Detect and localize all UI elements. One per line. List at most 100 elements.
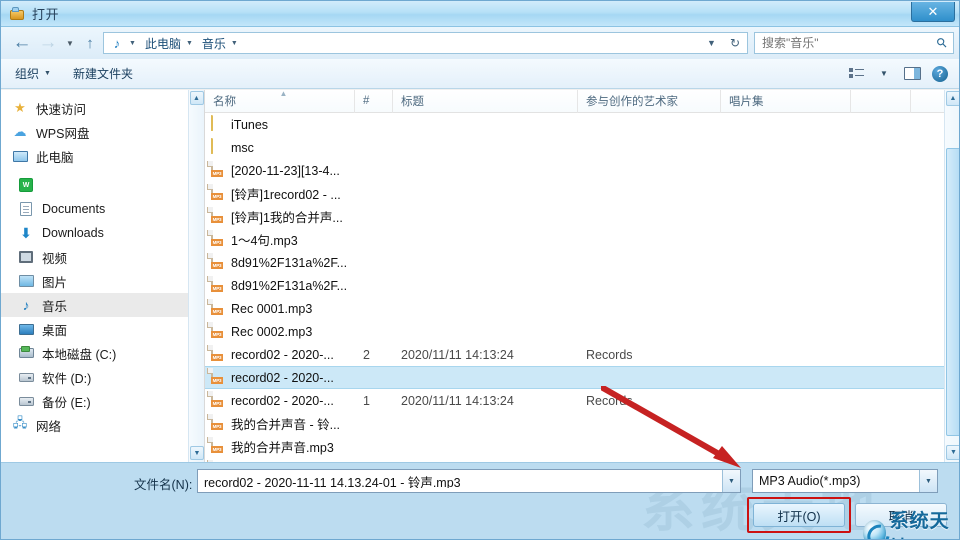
file-title bbox=[393, 251, 578, 274]
videos-icon bbox=[17, 249, 35, 265]
sidebar-item-快速访问[interactable]: ★ 快速访问 bbox=[1, 96, 204, 120]
sidebar-item-网络[interactable]: 🖧 网络 bbox=[1, 413, 204, 437]
navigation-pane: ★ 快速访问 ☁ WPS网盘 此电脑 W Documents ⬇ Downloads 视频 图片 ♪ 音… bbox=[1, 90, 204, 462]
track-number bbox=[355, 297, 393, 320]
table-row[interactable]: record02 - 2020-... bbox=[205, 366, 959, 389]
file-name: [铃声]1record02 - ... bbox=[231, 188, 341, 202]
table-row[interactable]: 8d91%2F131a%2F... bbox=[205, 251, 959, 274]
sidebar-item-视频[interactable]: 视频 bbox=[1, 245, 204, 269]
column-header-标题[interactable]: 标题 bbox=[393, 90, 578, 113]
filetype-dropdown-button[interactable]: ▼ bbox=[919, 470, 937, 492]
scrollbar-thumb[interactable] bbox=[946, 148, 959, 436]
file-name: [2020-11-23][13-4... bbox=[231, 163, 340, 178]
file-album bbox=[721, 159, 851, 182]
breadcrumb-item-0[interactable]: 此电脑 bbox=[141, 35, 183, 52]
caret-down-icon[interactable]: ▼ bbox=[190, 446, 204, 460]
sidebar-item-桌面[interactable]: 桌面 bbox=[1, 317, 204, 341]
breadcrumb-arrow-0[interactable]: ▼ bbox=[126, 40, 141, 47]
table-row[interactable]: 8d91%2F131a%2F... bbox=[205, 274, 959, 297]
refresh-button[interactable]: ↻ bbox=[723, 36, 747, 50]
track-number bbox=[355, 412, 393, 435]
sidebar-item-音乐[interactable]: ♪ 音乐 bbox=[1, 293, 204, 317]
address-bar[interactable]: ♪ ▼ 此电脑 ▼ 音乐 ▼ ▼ ↻ bbox=[103, 32, 748, 54]
caret-up-icon[interactable]: ▲ bbox=[189, 91, 204, 105]
close-button[interactable]: ✕ bbox=[911, 2, 955, 22]
table-row[interactable]: iTunes bbox=[205, 113, 959, 136]
file-title bbox=[393, 113, 578, 136]
table-row[interactable]: record02 - 2020-... 2 2020/11/11 14:13:24 R… bbox=[205, 343, 959, 366]
file-title: 2020/11/11 14:13:24 bbox=[401, 393, 514, 408]
sidebar-item-备份 (E:)[interactable]: 备份 (E:) bbox=[1, 389, 204, 413]
breadcrumb-arrow-1[interactable]: ▼ bbox=[183, 40, 198, 47]
filetype-select[interactable]: MP3 Audio(*.mp3) ▼ bbox=[752, 469, 938, 493]
mp3-icon bbox=[211, 345, 226, 363]
file-album bbox=[721, 343, 851, 366]
organize-button[interactable]: 组织 ▼ bbox=[7, 62, 59, 85]
table-row[interactable]: [铃声]1我的合并声... bbox=[205, 205, 959, 228]
table-row[interactable]: record02 - 2020-... 1 2020/11/11 14:13:24 R… bbox=[205, 389, 959, 412]
sidebar-item-wps-icon[interactable]: W bbox=[1, 173, 204, 197]
column-header-唱片集[interactable]: 唱片集 bbox=[721, 90, 851, 113]
caret-down-icon[interactable]: ▼ bbox=[946, 445, 959, 460]
file-album bbox=[721, 274, 851, 297]
back-button[interactable]: ← bbox=[9, 30, 35, 56]
mp3-icon bbox=[211, 299, 226, 317]
help-icon[interactable]: ? bbox=[927, 63, 953, 85]
sidebar-item-Downloads[interactable]: ⬇ Downloads bbox=[1, 221, 204, 245]
search-box[interactable]: ⚲ bbox=[754, 32, 954, 54]
table-row[interactable]: 我的合并声音 - 铃... bbox=[205, 412, 959, 435]
search-input[interactable] bbox=[755, 36, 931, 50]
up-button[interactable]: ↑ bbox=[79, 31, 101, 55]
breadcrumb-arrow-2[interactable]: ▼ bbox=[228, 40, 243, 47]
sidebar-item-label: 快速访问 bbox=[36, 102, 87, 117]
filename-input[interactable] bbox=[198, 474, 722, 488]
table-row[interactable]: 我的合并声音.mp3 bbox=[205, 435, 959, 458]
sidebar-item-图片[interactable]: 图片 bbox=[1, 269, 204, 293]
track-number bbox=[355, 136, 393, 159]
new-folder-button[interactable]: 新建文件夹 bbox=[65, 62, 141, 85]
table-row[interactable]: [铃声]1record02 - ... bbox=[205, 182, 959, 205]
column-header-参与创作的艺术家[interactable]: 参与创作的艺术家 bbox=[578, 90, 721, 113]
sidebar-item-本地磁盘 (C:)[interactable]: 本地磁盘 (C:) bbox=[1, 341, 204, 365]
mp3-icon bbox=[211, 368, 226, 386]
preview-pane-icon[interactable] bbox=[899, 63, 925, 85]
cancel-button[interactable]: 取消 bbox=[855, 503, 947, 527]
address-history-button[interactable]: ▼ bbox=[700, 38, 723, 48]
table-row[interactable]: [2020-11-23][13-4... bbox=[205, 159, 959, 182]
organize-label: 组织 bbox=[15, 67, 40, 81]
column-header-extra[interactable] bbox=[851, 90, 911, 113]
sidebar-item-label: Downloads bbox=[42, 226, 104, 240]
music-note-icon: ♪ bbox=[113, 35, 121, 51]
track-number bbox=[355, 320, 393, 343]
sidebar-item-软件 (D:)[interactable]: 软件 (D:) bbox=[1, 365, 204, 389]
sidebar-scrollbar[interactable]: ▲ ▼ bbox=[188, 90, 204, 462]
sidebar-item-label: 软件 (D:) bbox=[42, 371, 92, 386]
file-list-scrollbar[interactable]: ▲ ▼ bbox=[944, 90, 959, 462]
file-album bbox=[721, 182, 851, 205]
view-options-caret-icon[interactable]: ▼ bbox=[871, 63, 897, 85]
sidebar-item-此电脑[interactable]: 此电脑 bbox=[1, 144, 204, 168]
list-view-icon[interactable] bbox=[843, 63, 869, 85]
table-row[interactable]: Rec 0002.mp3 bbox=[205, 320, 959, 343]
recent-locations-button[interactable]: ▼ bbox=[61, 30, 79, 56]
search-icon[interactable]: ⚲ bbox=[929, 30, 956, 57]
table-row[interactable]: Rec 0001.mp3 bbox=[205, 297, 959, 320]
column-header-名称[interactable]: 名称 ▲ bbox=[205, 90, 355, 113]
table-row[interactable]: 1～4句.mp3 bbox=[205, 228, 959, 251]
filename-field[interactable]: ▼ bbox=[197, 469, 741, 493]
sidebar-item-WPS网盘[interactable]: ☁ WPS网盘 bbox=[1, 120, 204, 144]
file-artist bbox=[578, 412, 721, 435]
open-button[interactable]: 打开(O) bbox=[753, 503, 845, 527]
file-album bbox=[721, 205, 851, 228]
table-row[interactable]: msc bbox=[205, 136, 959, 159]
file-artist bbox=[578, 435, 721, 458]
forward-button[interactable]: → bbox=[35, 30, 61, 56]
breadcrumb-item-1[interactable]: 音乐 bbox=[198, 35, 228, 52]
caret-up-icon[interactable]: ▲ bbox=[945, 91, 959, 106]
file-title bbox=[393, 136, 578, 159]
filename-dropdown-button[interactable]: ▼ bbox=[722, 470, 740, 492]
column-header-#[interactable]: # bbox=[355, 90, 393, 113]
sidebar-item-Documents[interactable]: Documents bbox=[1, 197, 204, 221]
navigation-bar: ← → ▼ ↑ ♪ ▼ 此电脑 ▼ 音乐 ▼ ▼ ↻ ⚲ bbox=[1, 27, 959, 59]
filetype-value: MP3 Audio(*.mp3) bbox=[759, 474, 861, 488]
